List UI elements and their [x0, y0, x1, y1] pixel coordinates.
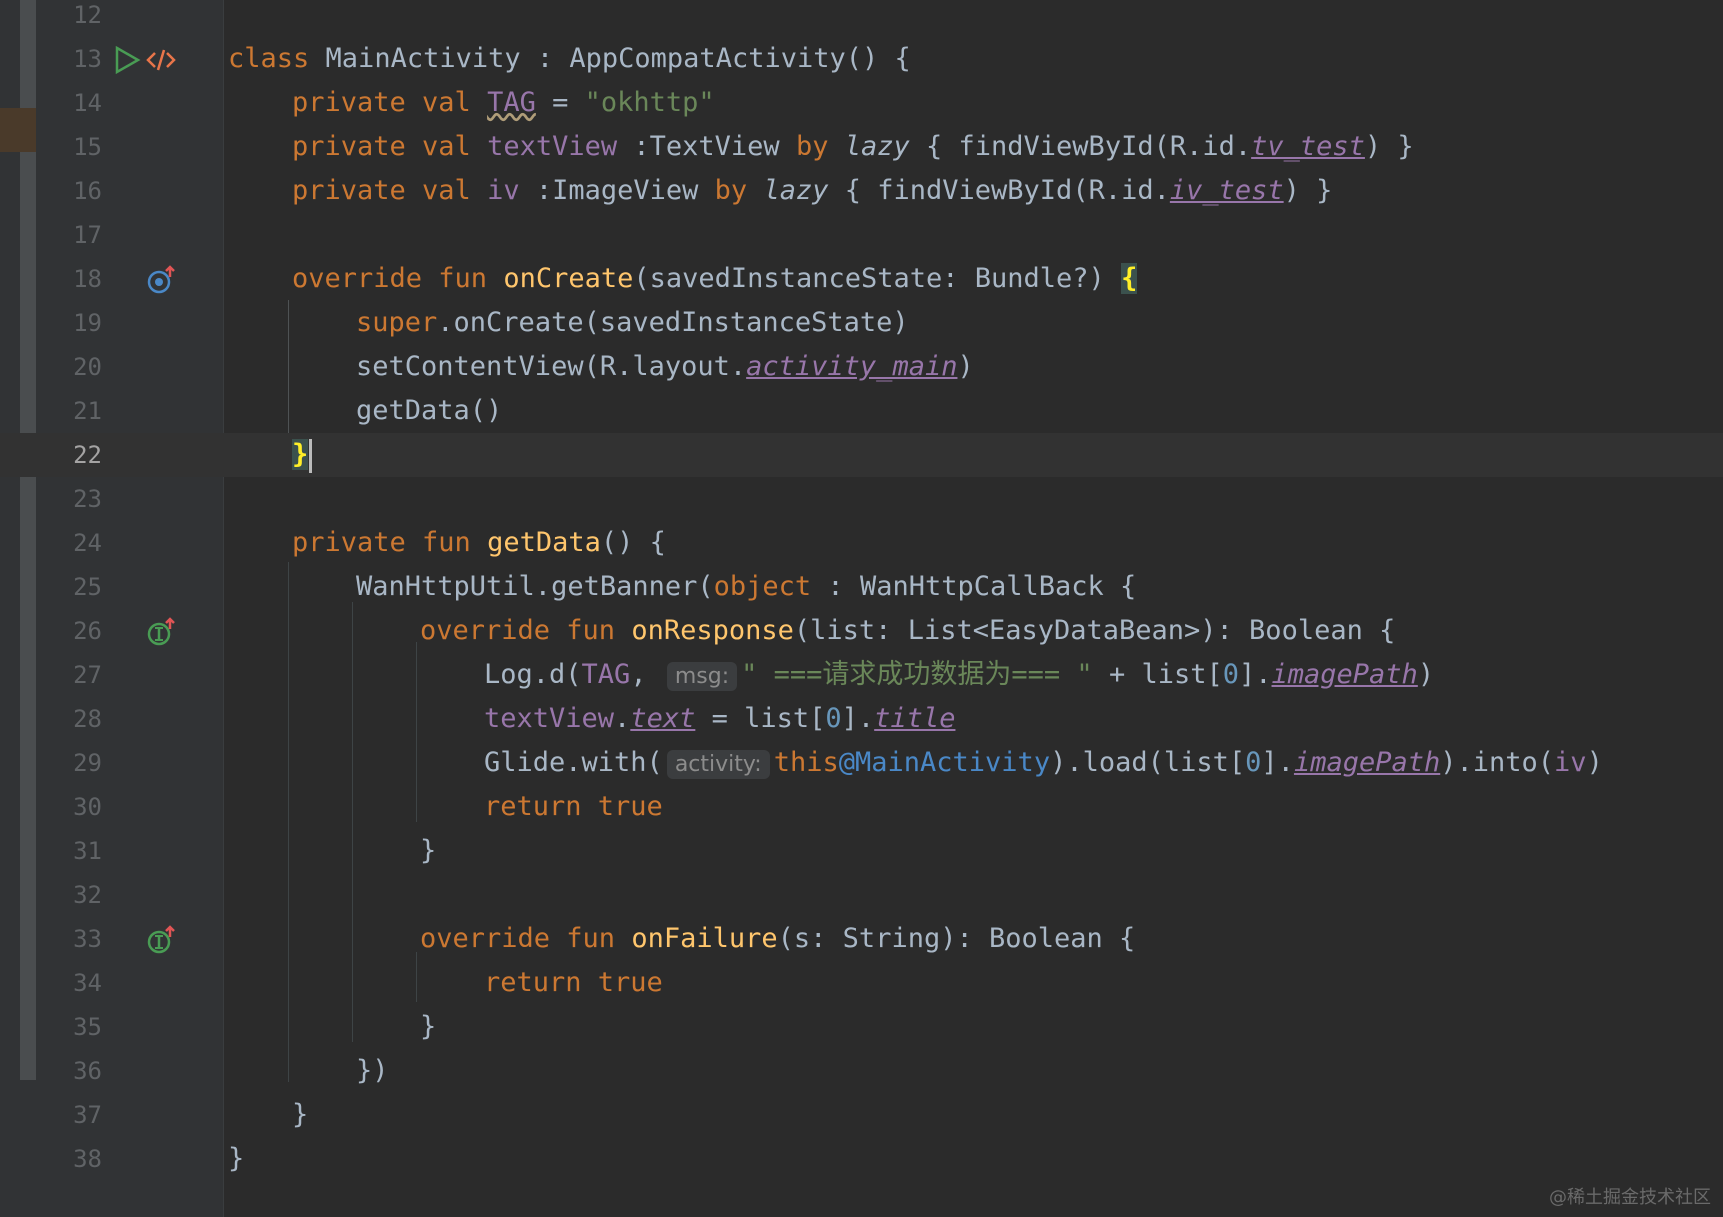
line-number: 36 [73, 1057, 102, 1085]
code-line[interactable]: 17 [0, 213, 1723, 257]
code-tag-icon[interactable] [146, 45, 176, 75]
line-number: 14 [73, 89, 102, 117]
code-text: private fun getData() { [292, 527, 666, 558]
code-line[interactable]: 14 private val TAG = "okhttp" [0, 81, 1723, 125]
line-number: 26 [73, 617, 102, 645]
line-number: 23 [73, 485, 102, 513]
code-text: return true [484, 791, 663, 822]
code-text: } [228, 1143, 245, 1174]
code-text: WanHttpUtil.getBanner(object : WanHttpCa… [356, 571, 1137, 602]
code-line[interactable]: 34 return true [0, 961, 1723, 1005]
code-text: override fun onResponse(list: List<EasyD… [420, 615, 1396, 646]
implements-icon[interactable] [146, 925, 176, 955]
code-line[interactable]: 21 getData() [0, 389, 1723, 433]
code-text: getData() [356, 395, 503, 426]
code-text: return true [484, 967, 663, 998]
code-text: override fun onFailure(s: String): Boole… [420, 923, 1136, 954]
code-line[interactable]: 33 override fun onFailure(s: String): Bo… [0, 917, 1723, 961]
code-line[interactable]: 15 private val textView :TextView by laz… [0, 125, 1723, 169]
code-line[interactable]: 23 [0, 477, 1723, 521]
code-line[interactable]: 29 Glide.with(activity: this@MainActivity… [0, 741, 1723, 785]
line-number: 19 [73, 309, 102, 337]
code-text: Glide.with(activity: this@MainActivity).l… [484, 747, 1603, 779]
code-line[interactable]: 24 private fun getData() { [0, 521, 1723, 565]
code-line[interactable]: 12 [0, 0, 1723, 37]
line-number: 33 [73, 925, 102, 953]
code-line[interactable]: 35 } [0, 1005, 1723, 1049]
code-text: } [420, 1011, 437, 1042]
line-number: 34 [73, 969, 102, 997]
line-number: 35 [73, 1013, 102, 1041]
line-number: 15 [73, 133, 102, 161]
code-text: private val textView :TextView by lazy {… [292, 131, 1414, 162]
code-text: }) [356, 1055, 389, 1086]
line-number: 21 [73, 397, 102, 425]
line-number: 29 [73, 749, 102, 777]
line-number: 17 [73, 221, 102, 249]
code-text: private val iv :ImageView by lazy { find… [292, 175, 1333, 206]
code-text: override fun onCreate(savedInstanceState… [292, 263, 1138, 294]
code-line[interactable]: 38 } [0, 1137, 1723, 1181]
line-number: 16 [73, 177, 102, 205]
code-text: setContentView(R.layout.activity_main) [356, 351, 974, 382]
code-line[interactable]: 27 Log.d(TAG, msg: " ===请求成功数据为=== " + li… [0, 653, 1723, 697]
line-number: 30 [73, 793, 102, 821]
text-caret [309, 438, 313, 473]
code-line[interactable]: 18 override fun onCreate(savedInstanceSt… [0, 257, 1723, 301]
code-text: private val TAG = "okhttp" [292, 87, 715, 118]
code-line[interactable]: 19 super.onCreate(savedInstanceState) [0, 301, 1723, 345]
line-number: 32 [73, 881, 102, 909]
override-icon[interactable] [146, 265, 176, 295]
line-number: 12 [73, 1, 102, 29]
code-editor[interactable]: 12 13 class MainActivity : AppCompatActi… [0, 0, 1723, 1217]
implements-icon[interactable] [146, 617, 176, 647]
current-line[interactable]: 22 } [0, 433, 1723, 477]
param-hint: msg: [666, 662, 738, 691]
code-line[interactable]: 16 private val iv :ImageView by lazy { f… [0, 169, 1723, 213]
line-number: 25 [73, 573, 102, 601]
code-line[interactable]: 36 }) [0, 1049, 1723, 1093]
code-line[interactable]: 13 class MainActivity : AppCompatActivit… [0, 37, 1723, 81]
code-text: } [292, 433, 313, 477]
code-line[interactable]: 31 } [0, 829, 1723, 873]
code-text: textView.text = list[0].title [484, 703, 956, 734]
code-line[interactable]: 37 } [0, 1093, 1723, 1137]
line-number: 13 [73, 45, 102, 73]
watermark: @稀土掘金技术社区 [1549, 1187, 1711, 1208]
code-line[interactable]: 28 textView.text = list[0].title [0, 697, 1723, 741]
code-text: super.onCreate(savedInstanceState) [356, 307, 909, 338]
line-number: 20 [73, 353, 102, 381]
code-text: } [292, 1099, 309, 1130]
line-number: 27 [73, 661, 102, 689]
code-line[interactable]: 30 return true [0, 785, 1723, 829]
line-number: 38 [73, 1145, 102, 1173]
line-number: 37 [73, 1101, 102, 1129]
code-line[interactable]: 25 WanHttpUtil.getBanner(object : WanHtt… [0, 565, 1723, 609]
line-number: 22 [73, 441, 102, 469]
code-text: } [420, 835, 437, 866]
code-text: Log.d(TAG, msg: " ===请求成功数据为=== " + list[… [484, 659, 1435, 691]
line-number: 28 [73, 705, 102, 733]
run-icon[interactable] [112, 45, 142, 75]
line-number: 31 [73, 837, 102, 865]
code-line[interactable]: 20 setContentView(R.layout.activity_main… [0, 345, 1723, 389]
code-line[interactable]: 26 override fun onResponse(list: List<Ea… [0, 609, 1723, 653]
code-text: class MainActivity : AppCompatActivity()… [228, 43, 911, 74]
line-number: 18 [73, 265, 102, 293]
line-number: 24 [73, 529, 102, 557]
code-line[interactable]: 32 [0, 873, 1723, 917]
param-hint: activity: [666, 750, 770, 779]
